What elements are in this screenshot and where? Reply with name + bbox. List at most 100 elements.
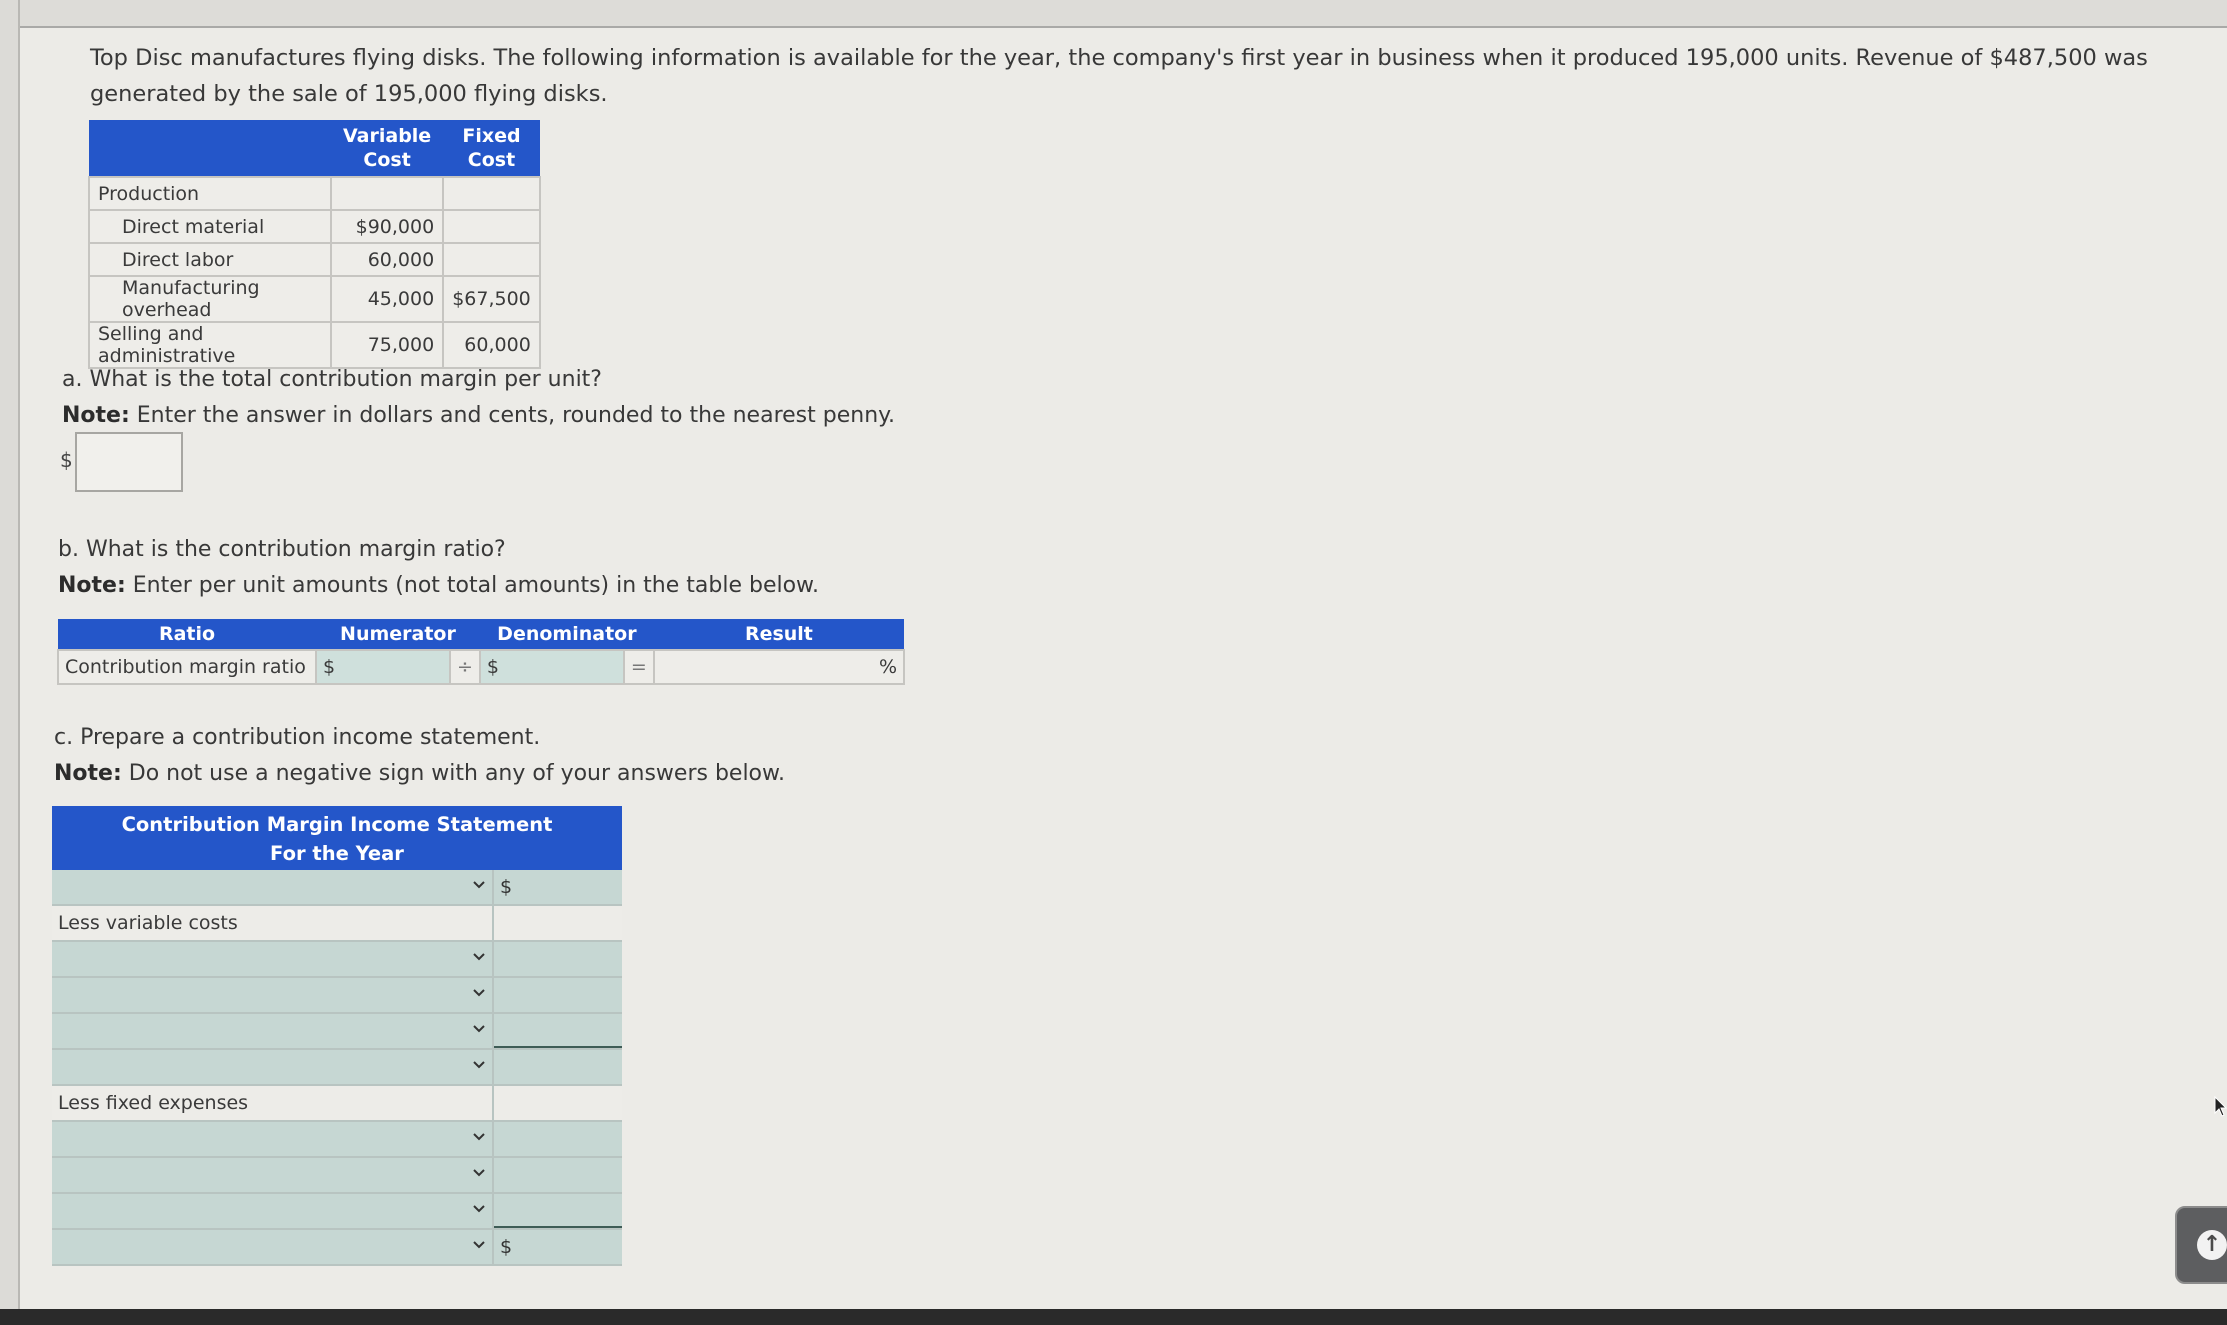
cost-header-blank [89, 120, 331, 177]
question-a-note: Note: Enter the answer in dollars and ce… [62, 398, 895, 434]
income-statement-period: For the Year [270, 842, 404, 865]
variable-cost-value: 60,000 [329, 242, 445, 277]
top-strip [0, 0, 2227, 28]
statement-amount-input[interactable]: $ [494, 1230, 622, 1264]
fixed-cost-value: $67,500 [442, 275, 541, 323]
statement-blank-cell [494, 906, 622, 940]
statement-row [52, 1014, 622, 1050]
note-text: Do not use a negative sign with any of y… [121, 761, 785, 786]
denominator-currency: $ [486, 656, 500, 678]
ratio-label: Contribution margin ratio [57, 649, 317, 685]
statement-amount-input[interactable] [494, 978, 622, 1012]
statement-amount-input[interactable] [494, 1194, 622, 1228]
amount-currency: $ [500, 876, 513, 898]
result-input[interactable]: % [652, 649, 906, 685]
question-a: a. What is the total contribution margin… [62, 362, 895, 434]
cost-row: Manufacturing overhead 45,000 $67,500 [88, 275, 541, 323]
statement-section-label: Less fixed expenses [52, 1086, 494, 1120]
arrow-up-icon: ↑ [2197, 1230, 2227, 1260]
statement-row [52, 1194, 622, 1230]
statement-amount-input[interactable] [494, 1158, 622, 1192]
problem-intro: Top Disc manufactures flying disks. The … [90, 45, 2148, 107]
chevron-down-icon [472, 1164, 486, 1182]
result-unit: % [878, 656, 897, 678]
ratio-row: Contribution margin ratio $ ÷ $ = % [57, 649, 906, 685]
ratio-table: Ratio Numerator Denominator Result Contr… [57, 619, 906, 685]
chevron-down-icon [472, 1236, 486, 1254]
statement-row [52, 1050, 622, 1086]
statement-line-item-select[interactable] [52, 870, 494, 904]
question-c-note: Note: Do not use a negative sign with an… [54, 756, 785, 792]
variable-cost-value [329, 176, 445, 211]
contribution-margin-per-unit-input[interactable] [75, 432, 183, 492]
statement-row: $ [52, 870, 622, 906]
cost-row: Production [88, 176, 541, 211]
cost-row: Direct labor 60,000 [88, 242, 541, 277]
statement-section-row: Less variable costs [52, 906, 622, 942]
equals-sign: = [622, 649, 655, 685]
statement-amount-input[interactable] [494, 942, 622, 976]
ratio-header-result: Result [653, 619, 904, 650]
question-b-prompt: b. What is the contribution margin ratio… [58, 537, 506, 562]
statement-line-item-select[interactable] [52, 1230, 494, 1264]
variable-cost-value: $90,000 [329, 209, 445, 244]
statement-row [52, 978, 622, 1014]
statement-blank-cell [494, 1086, 622, 1120]
statement-amount-input[interactable]: $ [494, 870, 622, 904]
chevron-down-icon [472, 1128, 486, 1146]
fixed-cost-value [442, 176, 541, 211]
statement-line-item-select[interactable] [52, 1194, 494, 1228]
statement-line-item-select[interactable] [52, 1014, 494, 1048]
amount-currency: $ [500, 1236, 513, 1258]
statement-section-row: Less fixed expenses [52, 1086, 622, 1122]
denominator-input[interactable]: $ [478, 649, 625, 685]
question-c-prompt: c. Prepare a contribution income stateme… [54, 725, 541, 750]
income-statement: Contribution Margin Income Statement For… [52, 806, 622, 1266]
statement-line-item-select[interactable] [52, 978, 494, 1012]
income-statement-header: Contribution Margin Income Statement For… [52, 806, 622, 870]
statement-line-item-select[interactable] [52, 1122, 494, 1156]
chevron-down-icon [472, 948, 486, 966]
statement-section-label: Less variable costs [52, 906, 494, 940]
note-label: Note: [58, 573, 126, 598]
note-text: Enter per unit amounts (not total amount… [125, 573, 820, 598]
chevron-down-icon [472, 984, 486, 1002]
scroll-to-top-button[interactable]: ↑ [2175, 1206, 2227, 1284]
statement-row: $ [52, 1230, 622, 1266]
ratio-header-ratio: Ratio [58, 619, 316, 650]
variable-cost-value: 45,000 [329, 275, 445, 323]
answer-a-currency: $ [60, 448, 73, 472]
cost-row-label: Manufacturing overhead [88, 275, 332, 323]
section-label-text: Less fixed expenses [58, 1092, 249, 1114]
note-label: Note: [54, 761, 122, 786]
cost-header-fixed: Fixed Cost [443, 120, 540, 177]
numerator-input[interactable]: $ [315, 649, 451, 685]
question-c: c. Prepare a contribution income stateme… [54, 720, 785, 792]
fixed-cost-value [442, 209, 541, 244]
chevron-down-icon [472, 876, 486, 894]
bottom-bezel [0, 1309, 2227, 1325]
cost-table: Variable Cost Fixed Cost Production Direc… [88, 120, 541, 369]
income-statement-title: Contribution Margin Income Statement [121, 813, 553, 836]
divide-sign: ÷ [449, 649, 481, 685]
statement-amount-input[interactable] [494, 1122, 622, 1156]
note-text: Enter the answer in dollars and cents, r… [129, 403, 896, 428]
question-page: Top Disc manufactures flying disks. The … [20, 28, 2227, 1309]
chevron-down-icon [472, 1056, 486, 1074]
cost-row-label: Direct material [88, 209, 332, 244]
question-a-prompt: a. What is the total contribution margin… [62, 367, 602, 392]
statement-row [52, 942, 622, 978]
statement-line-item-select[interactable] [52, 942, 494, 976]
statement-row [52, 1122, 622, 1158]
income-statement-body: $ Less variable costs Less fixed expenses $ [52, 870, 622, 1266]
cost-row-label: Direct labor [88, 242, 332, 277]
chevron-down-icon [472, 1020, 486, 1038]
statement-line-item-select[interactable] [52, 1158, 494, 1192]
statement-amount-input[interactable] [494, 1014, 622, 1048]
statement-amount-input[interactable] [494, 1050, 622, 1084]
chevron-down-icon [472, 1200, 486, 1218]
statement-row [52, 1158, 622, 1194]
statement-line-item-select[interactable] [52, 1050, 494, 1084]
cost-row-label: Production [88, 176, 332, 211]
numerator-currency: $ [323, 656, 336, 678]
